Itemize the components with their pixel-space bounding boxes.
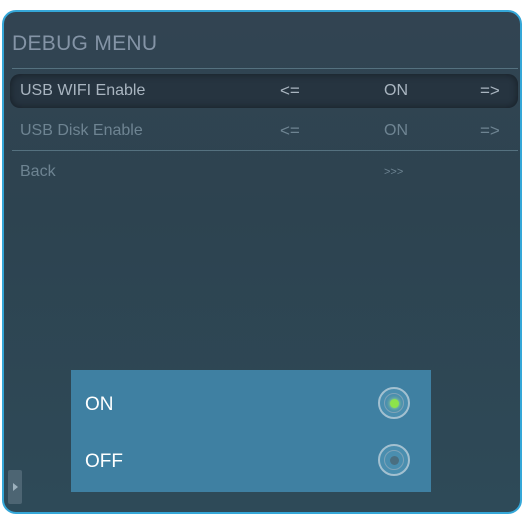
option-off-radio[interactable] [378,444,410,476]
back-label: Back [20,163,56,180]
menu-row-usb-disk[interactable]: USB Disk Enable <= ON => [10,114,518,148]
menu-title: DEBUG MENU [12,32,158,55]
radio-ring [384,393,404,413]
usb-disk-label: USB Disk Enable [20,122,143,139]
option-off-label[interactable]: OFF [85,451,123,473]
radio-ring [384,450,404,470]
usb-wifi-label: USB WIFI Enable [20,82,146,99]
usb-wifi-next-arrow[interactable]: => [480,81,500,101]
menu-row-usb-wifi[interactable]: USB WIFI Enable <= ON => [10,74,518,108]
option-on-label[interactable]: ON [85,394,114,416]
divider [12,150,518,151]
usb-wifi-prev-arrow[interactable]: <= [280,81,300,101]
play-arrow-icon [12,483,18,491]
back-arrows: >>> [384,166,404,178]
usb-wifi-value: ON [384,82,408,99]
usb-disk-next-arrow[interactable]: => [480,121,500,141]
usb-disk-value: ON [384,122,408,139]
divider [12,68,518,69]
side-expand-tab[interactable] [8,470,22,504]
usb-disk-prev-arrow[interactable]: <= [280,121,300,141]
debug-menu-window: DEBUG MENU USB WIFI Enable <= ON => USB … [2,10,522,514]
radio-unselected-dot [389,455,399,465]
option-on-radio[interactable] [378,387,410,419]
menu-row-back[interactable]: Back >>> [10,155,518,189]
radio-selected-dot [389,398,399,408]
option-popup: ON OFF [71,370,431,492]
